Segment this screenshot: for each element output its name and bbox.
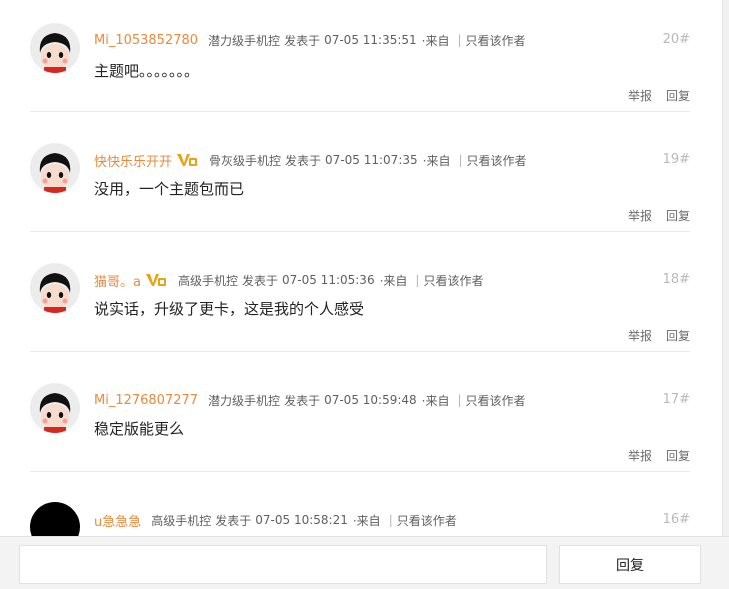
user-level: 高级手机控 [177,273,238,288]
posted-label: 发表于 [241,273,278,288]
post-meta: u急急急 高级手机控 发表于 07-05 10:58:21 ·来自 | 只看该作… [94,511,457,530]
only-author-link[interactable]: 只看该作者 [466,32,526,49]
username-link[interactable]: 猫哥。a [94,271,141,290]
vip-badge-icon [176,153,198,167]
reply-link[interactable]: 回复 [666,447,690,464]
post-meta: 快快乐乐开开 骨灰级手机控 发表于 07-05 11:07:35 ·来自 | 只… [94,151,527,170]
avatar-icon[interactable] [30,263,80,313]
post-source: ·来自 [421,33,450,48]
only-author-link[interactable]: 只看该作者 [467,152,527,169]
divider [30,231,690,232]
user-level: 高级手机控 [151,513,212,528]
user-level: 潜力级手机控 [208,33,281,48]
post-meta: Mi_1276807277 潜力级手机控 发表于 07-05 10:59:48 … [94,391,526,409]
avatar-icon[interactable] [30,383,80,433]
reply-button[interactable]: 回复 [559,545,701,584]
post-date: 07-05 10:59:48 [324,393,417,407]
username-link[interactable]: 快快乐乐开开 [94,151,172,170]
username-link[interactable]: Mi_1276807277 [94,393,198,408]
post-item: u急急急 高级手机控 发表于 07-05 10:58:21 ·来自 | 只看该作… [0,480,720,536]
post-date: 07-05 10:58:21 [255,513,348,527]
post-meta: 猫哥。a 高级手机控 发表于 07-05 11:05:36 ·来自 | 只看该作… [94,271,483,290]
posted-label: 发表于 [285,153,322,168]
vip-badge-icon [145,273,167,287]
post-item: Mi_1053852780 潜力级手机控 发表于 07-05 11:35:51 … [0,0,720,112]
post-item: Mi_1276807277 潜力级手机控 发表于 07-05 10:59:48 … [0,360,720,472]
report-button[interactable]: 举报 [628,447,652,464]
divider [30,111,690,112]
posted-label: 发表于 [215,513,252,528]
reply-input[interactable] [19,545,547,584]
post-date: 07-05 11:35:51 [324,33,417,47]
post-content: 主题吧。。。。。。。 [94,62,200,80]
post-item: 快快乐乐开开 骨灰级手机控 发表于 07-05 11:07:35 ·来自 | 只… [0,120,720,232]
post-source: ·来自 [421,393,450,408]
scrollbar[interactable] [722,0,729,589]
divider [30,351,690,352]
floor-number: 16# [662,512,690,527]
avatar-icon[interactable] [30,143,80,193]
separator: | [388,513,393,527]
post-item: 猫哥。a 高级手机控 发表于 07-05 11:05:36 ·来自 | 只看该作… [0,240,720,352]
floor-number: 19# [662,152,690,167]
posted-label: 发表于 [284,33,321,48]
reply-link[interactable]: 回复 [666,327,690,344]
only-author-link[interactable]: 只看该作者 [423,272,483,289]
post-content: 没用，一个主题包而已 [94,180,245,198]
posted-label: 发表于 [284,393,321,408]
reply-bar: 回复 [0,536,729,589]
post-date: 07-05 11:05:36 [282,273,375,287]
report-button[interactable]: 举报 [628,87,652,104]
floor-number: 18# [662,272,690,287]
post-source: ·来自 [379,273,408,288]
user-level: 骨灰级手机控 [209,153,282,168]
reply-link[interactable]: 回复 [666,87,690,104]
user-level: 潜力级手机控 [208,393,281,408]
separator: | [457,33,462,47]
report-button[interactable]: 举报 [628,207,652,224]
avatar-icon[interactable] [30,502,80,536]
username-link[interactable]: Mi_1053852780 [94,33,198,48]
post-date: 07-05 11:07:35 [325,153,418,167]
separator: | [457,393,462,407]
post-source: ·来自 [422,153,451,168]
post-content: 说实话，升级了更卡，这是我的个人感受 [94,300,365,318]
post-source: ·来自 [352,513,381,528]
username-link[interactable]: u急急急 [94,511,141,530]
separator: | [458,153,463,167]
separator: | [415,273,420,287]
divider [30,471,690,472]
floor-number: 17# [662,392,690,407]
only-author-link[interactable]: 只看该作者 [466,392,526,409]
floor-number: 20# [662,32,690,47]
only-author-link[interactable]: 只看该作者 [397,512,457,529]
report-button[interactable]: 举报 [628,327,652,344]
post-content: 稳定版能更么 [94,420,185,438]
reply-link[interactable]: 回复 [666,207,690,224]
post-meta: Mi_1053852780 潜力级手机控 发表于 07-05 11:35:51 … [94,31,526,49]
avatar-icon[interactable] [30,23,80,73]
